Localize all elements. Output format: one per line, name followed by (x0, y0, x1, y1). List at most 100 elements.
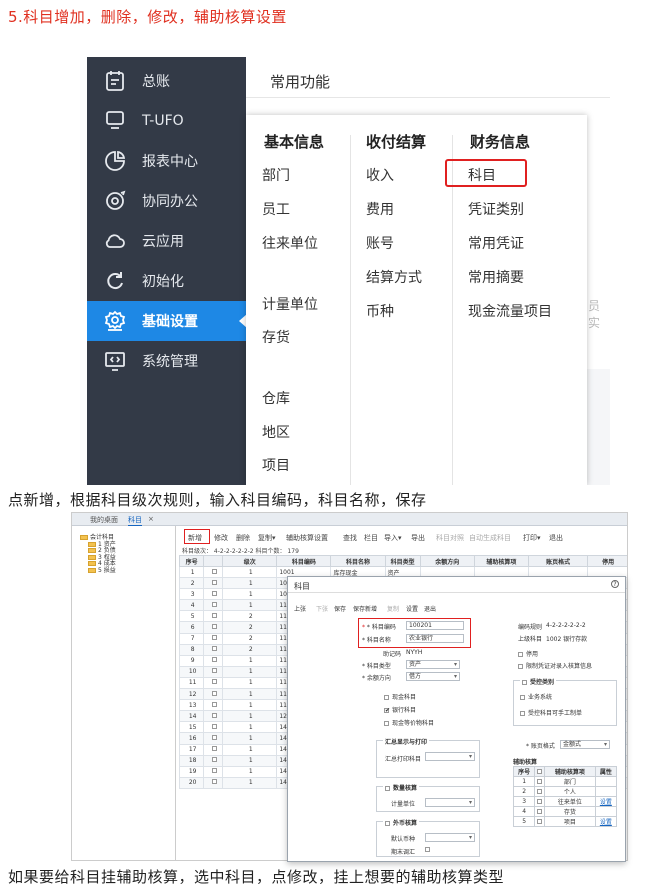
toolbar-button-10[interactable]: 自动生成科目 (469, 533, 511, 543)
row-checkbox[interactable] (211, 635, 217, 641)
row-checkbox[interactable] (211, 779, 217, 785)
aux-row[interactable]: 5 项目 设置 (512, 816, 618, 827)
toolbar-button-9[interactable]: 科目对照 (436, 533, 464, 543)
toolbar-button-7[interactable]: 导入▾ (384, 533, 402, 543)
menu-item-col3-4[interactable]: 现金流量项目 (468, 301, 552, 321)
dialog-toolbar-button-2[interactable]: 保存 (334, 604, 346, 613)
subject-type-select[interactable]: 资产 (406, 660, 460, 669)
mnemonic-value[interactable]: NYYH (406, 649, 422, 656)
menu-item-col1-2[interactable]: 往来单位 (262, 233, 318, 253)
menu-item-col3-2[interactable]: 常用凭证 (468, 233, 524, 253)
aux-row[interactable]: 4 存货 (512, 806, 618, 817)
cash-equiv-checkbox[interactable]: 现金等价物科目 (384, 718, 434, 727)
grid-header[interactable]: 科目编码 (276, 555, 332, 567)
row-checkbox[interactable] (211, 723, 217, 729)
sidebar-item-2[interactable]: 报表中心 (87, 141, 246, 181)
menu-item-col2-0[interactable]: 收入 (366, 165, 394, 185)
aux-setting-link[interactable]: 设置 (600, 799, 612, 806)
restrict-checkbox[interactable]: 限制凭证对录入核算信息 (518, 661, 592, 670)
toolbar-button-11[interactable]: 打印▾ (523, 533, 541, 543)
toolbar-button-6[interactable]: 栏目 (364, 533, 378, 543)
bank-subject-checkbox[interactable]: ✔ 银行科目 (384, 705, 416, 714)
sidebar-item-4[interactable]: 云应用 (87, 221, 246, 261)
menu-item-col3-3[interactable]: 常用摘要 (468, 267, 524, 287)
row-checkbox[interactable] (211, 746, 217, 752)
row-checkbox[interactable] (211, 612, 217, 618)
toolbar-button-3[interactable]: 复制▾ (258, 533, 276, 543)
row-checkbox[interactable] (211, 712, 217, 718)
row-checkbox[interactable] (211, 690, 217, 696)
row-checkbox[interactable] (211, 701, 217, 707)
toolbar-button-5[interactable]: 查找 (343, 533, 357, 543)
grid-header[interactable] (203, 555, 224, 567)
business-system-checkbox[interactable]: 业务系统 (520, 692, 552, 701)
aux-row[interactable]: 3 往来单位 设置 (512, 796, 618, 807)
sidebar-item-1[interactable]: T-UFO (87, 101, 246, 141)
summary-subject-select[interactable] (425, 752, 475, 761)
menu-item-col1-1[interactable]: 员工 (262, 199, 290, 219)
dialog-toolbar-button-1[interactable]: 下张 (316, 604, 328, 613)
sidebar-item-3[interactable]: 协同办公 (87, 181, 246, 221)
cash-subject-checkbox[interactable]: 现金科目 (384, 692, 416, 701)
row-checkbox[interactable] (211, 579, 217, 585)
menu-item-col1-7[interactable]: 项目 (262, 455, 290, 475)
toolbar-button-8[interactable]: 导出 (411, 533, 425, 543)
dialog-toolbar-button-0[interactable]: 上张 (294, 604, 306, 613)
menu-item-col1-0[interactable]: 部门 (262, 165, 290, 185)
menu-item-col2-2[interactable]: 账号 (366, 233, 394, 253)
tab-subject[interactable]: 科目 (128, 515, 142, 526)
menu-item-col2-4[interactable]: 币种 (366, 301, 394, 321)
menu-item-col1-6[interactable]: 地区 (262, 422, 290, 442)
row-checkbox[interactable] (211, 568, 217, 574)
toolbar-button-2[interactable]: 删除 (236, 533, 250, 543)
aux-row[interactable]: 1 部门 (512, 776, 618, 787)
sidebar-item-6[interactable]: 基础设置 (87, 301, 247, 341)
toolbar-button-1[interactable]: 修改 (214, 533, 228, 543)
grid-header[interactable]: 级次 (222, 555, 278, 567)
row-checkbox[interactable] (211, 679, 217, 685)
menu-item-col3-1[interactable]: 凭证类别 (468, 199, 524, 219)
toolbar-button-12[interactable]: 退出 (549, 533, 563, 543)
aux-checkbox[interactable] (537, 779, 543, 784)
grid-header[interactable]: 辅助核算项 (473, 555, 529, 567)
grid-header[interactable]: 序号 (178, 555, 205, 567)
help-icon[interactable]: ? (611, 580, 619, 588)
sidebar-item-0[interactable]: 总账 (87, 61, 246, 101)
grid-header[interactable]: 科目类型 (384, 555, 421, 567)
manual-voucher-checkbox[interactable]: 受控科目可手工制单 (520, 708, 582, 717)
unit-select[interactable] (425, 798, 475, 807)
row-checkbox[interactable] (211, 624, 217, 630)
aux-row[interactable]: 2 个人 (512, 786, 618, 797)
aux-checkbox[interactable] (537, 809, 543, 814)
menu-item-col1-5[interactable]: 仓库 (262, 388, 290, 408)
toolbar-button-4[interactable]: 辅助核算设置 (286, 533, 328, 543)
dialog-toolbar-button-6[interactable]: 退出 (424, 604, 436, 613)
grid-header[interactable]: 停用 (587, 555, 627, 567)
tree-node[interactable]: 5 损益 (88, 565, 116, 574)
dialog-toolbar-button-4[interactable]: 复制 (387, 604, 399, 613)
currency-select[interactable] (425, 833, 475, 842)
row-checkbox[interactable] (211, 646, 217, 652)
row-checkbox[interactable] (211, 734, 217, 740)
menu-item-col1-4[interactable]: 存货 (262, 327, 290, 347)
balance-direction-select[interactable]: 借方 (406, 672, 460, 681)
menu-item-col1-3[interactable]: 计量单位 (262, 294, 318, 314)
menu-item-col2-1[interactable]: 费用 (366, 199, 394, 219)
dialog-toolbar-button-3[interactable]: 保存新增 (353, 604, 377, 613)
grid-header[interactable]: 科目名称 (330, 555, 386, 567)
row-checkbox[interactable] (211, 590, 217, 596)
aux-checkbox[interactable] (537, 789, 543, 794)
row-checkbox[interactable] (211, 601, 217, 607)
dialog-toolbar-button-5[interactable]: 设置 (406, 604, 418, 613)
aux-checkbox[interactable] (537, 819, 543, 824)
aux-setting-link[interactable]: 设置 (600, 819, 612, 826)
grid-header[interactable]: 余额方向 (419, 555, 475, 567)
sidebar-item-7[interactable]: 系统管理 (87, 341, 246, 381)
tab-my-desktop[interactable]: 我的桌面 (90, 515, 118, 525)
fx-adjust-checkbox[interactable] (425, 847, 430, 852)
row-checkbox[interactable] (211, 657, 217, 663)
sidebar-item-5[interactable]: 初始化 (87, 261, 246, 301)
disable-checkbox[interactable]: 停用 (518, 649, 538, 658)
page-format-select[interactable]: 金额式 (560, 740, 610, 749)
row-checkbox[interactable] (211, 768, 217, 774)
